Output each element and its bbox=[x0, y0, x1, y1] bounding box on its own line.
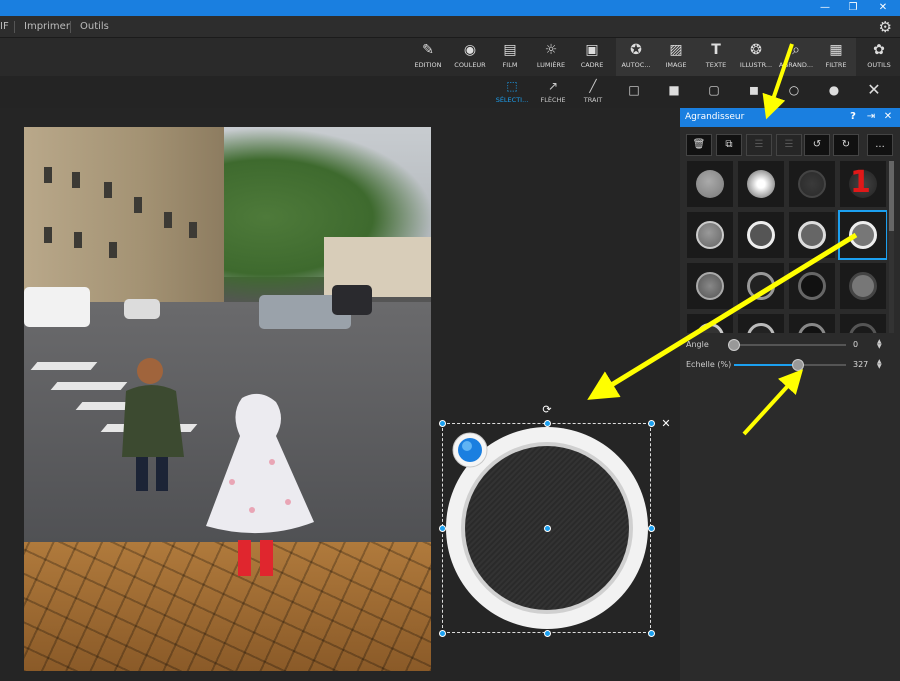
annotation-arrow bbox=[762, 43, 794, 120]
annotation-arrow bbox=[587, 232, 858, 400]
annotation-arrow bbox=[742, 369, 804, 436]
annotation-number: 1 bbox=[850, 165, 871, 200]
annotation-overlay bbox=[587, 43, 858, 436]
